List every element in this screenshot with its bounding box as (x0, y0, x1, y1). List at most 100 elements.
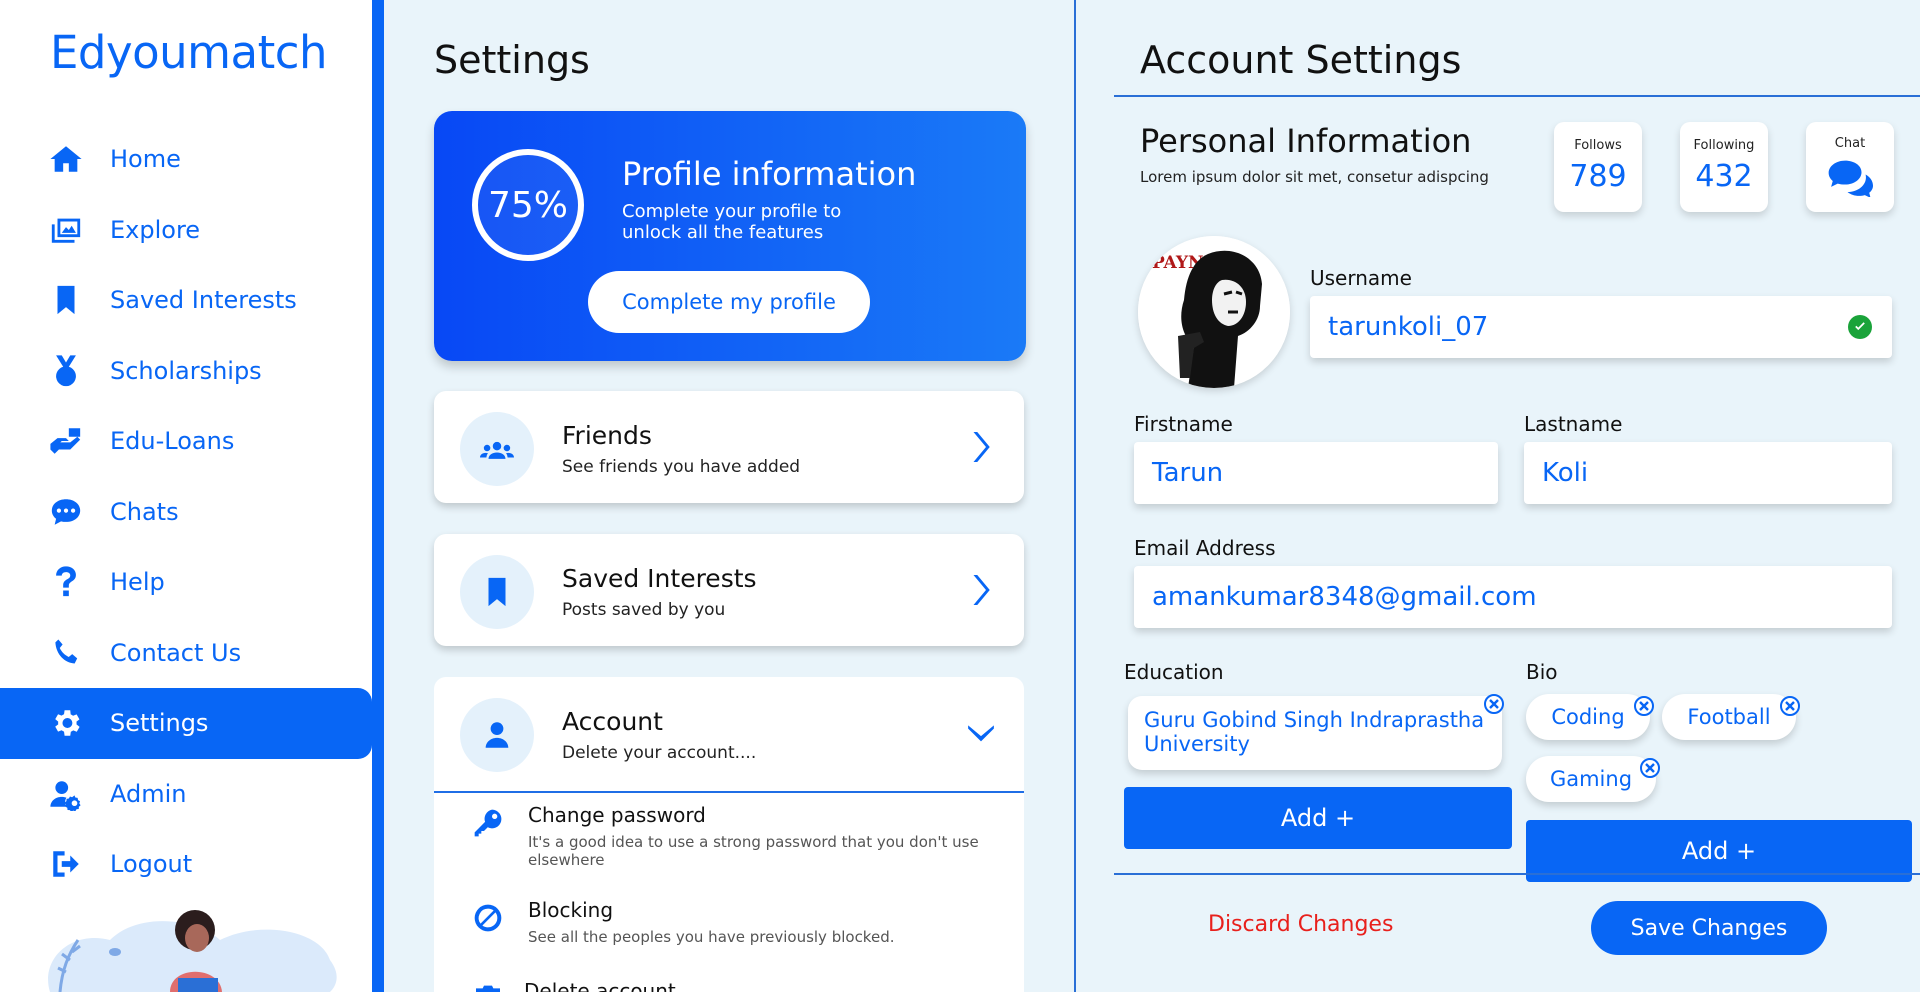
email-field[interactable]: amankumar8348@gmail.com (1134, 566, 1892, 628)
follows-stat[interactable]: Follows 789 (1554, 122, 1642, 212)
firstname-label: Firstname (1134, 412, 1233, 436)
blocking-subtitle: See all the peoples you have previously … (528, 928, 895, 946)
saved-interests-title: Saved Interests (562, 564, 757, 593)
account-icon-circle (460, 698, 534, 772)
email-label: Email Address (1134, 536, 1276, 560)
change-password-subtitle: It's a good idea to use a strong passwor… (528, 833, 979, 869)
personal-info-title: Personal Information (1140, 122, 1472, 160)
account-divider (434, 791, 1024, 793)
sidebar-item-label: Explore (110, 215, 201, 244)
sidebar-item-scholarships[interactable]: Scholarships (0, 336, 372, 407)
gear-icon (48, 705, 84, 741)
following-label: Following (1693, 138, 1755, 153)
saved-icon-circle (460, 555, 534, 629)
saved-interests-subtitle: Posts saved by you (562, 600, 726, 620)
sidebar-item-admin[interactable]: Admin (0, 759, 372, 830)
sidebar-item-explore[interactable]: Explore (0, 195, 372, 266)
sidebar-item-settings[interactable]: Settings (0, 688, 372, 759)
firstname-value: Tarun (1152, 458, 1224, 488)
sidebar-item-edu-loans[interactable]: Edu-Loans (0, 406, 372, 477)
complete-profile-button[interactable]: Complete my profile (588, 271, 870, 333)
discard-changes-button[interactable]: Discard Changes (1208, 912, 1393, 937)
change-password-title: Change password (528, 803, 706, 827)
lastname-label: Lastname (1524, 412, 1623, 436)
sidebar-item-help[interactable]: Help (0, 547, 372, 618)
save-changes-button[interactable]: Save Changes (1591, 901, 1827, 955)
follows-count: 789 (1569, 159, 1627, 194)
bookmark-icon (488, 577, 506, 607)
sidebar-item-label: Edu-Loans (110, 427, 235, 456)
remove-tag-icon[interactable] (1780, 696, 1800, 716)
bio-tag-gaming[interactable]: Gaming (1526, 756, 1660, 802)
bio-tag-label: Coding (1551, 705, 1625, 729)
sidebar-item-label: Help (110, 568, 165, 597)
footer-divider (1114, 873, 1920, 875)
add-education-button[interactable]: Add + (1124, 787, 1512, 849)
sidebar-item-label: Settings (110, 709, 209, 738)
friends-subtitle: See friends you have added (562, 457, 801, 477)
remove-education-icon[interactable] (1484, 694, 1504, 714)
follows-label: Follows (1574, 138, 1622, 153)
sidebar-item-home[interactable]: Home (0, 124, 372, 195)
chevron-down-icon[interactable] (966, 717, 996, 753)
phone-icon (48, 635, 84, 671)
sidebar-item-saved-interests[interactable]: Saved Interests (0, 265, 372, 336)
bio-tag-coding[interactable]: Coding (1526, 694, 1654, 740)
following-count: 432 (1695, 159, 1753, 194)
sidebar-item-label: Saved Interests (110, 286, 297, 315)
firstname-field[interactable]: Tarun (1134, 442, 1498, 504)
delete-account-title: Delete account (524, 979, 676, 992)
bookmark-icon (48, 282, 84, 318)
profile-card-title: Profile information (622, 155, 917, 193)
remove-tag-icon[interactable] (1640, 758, 1660, 778)
lastname-field[interactable]: Koli (1524, 442, 1892, 504)
medal-icon (48, 353, 84, 389)
chevron-right-icon[interactable] (966, 572, 996, 608)
sidebar-item-logout[interactable]: Logout (0, 829, 372, 900)
sidebar-item-chats[interactable]: Chats (0, 477, 372, 548)
account-card: Account Delete your account.... Change p… (434, 677, 1024, 992)
sidebar-item-label: Contact Us (110, 638, 242, 667)
personal-info-subtitle: Lorem ipsum dolor sit met, consetur adis… (1140, 168, 1489, 186)
block-icon (472, 902, 506, 936)
chat-icon (48, 494, 84, 530)
chevron-right-icon[interactable] (966, 429, 996, 465)
account-settings-panel: Account Settings Personal Information Lo… (1076, 0, 1920, 992)
brand-logo[interactable]: Edyoumatch (50, 26, 328, 79)
chat-stat[interactable]: Chat (1806, 122, 1894, 212)
username-value: tarunkoli_07 (1328, 312, 1489, 342)
sidebar-item-label: Chats (110, 497, 179, 526)
images-icon (48, 212, 84, 248)
bio-tag-label: Football (1687, 705, 1771, 729)
username-field[interactable]: tarunkoli_07 (1310, 296, 1892, 358)
education-value: Guru Gobind Singh Indraprastha Universit… (1144, 708, 1485, 756)
page-title: Settings (434, 38, 590, 82)
sidebar-item-contact-us[interactable]: Contact Us (0, 618, 372, 689)
comments-icon (1806, 151, 1894, 201)
hand-money-icon (48, 423, 84, 459)
chat-label: Chat (1834, 136, 1866, 151)
decorative-illustration (48, 910, 337, 992)
remove-tag-icon[interactable] (1634, 696, 1654, 716)
saved-interests-card[interactable]: Saved Interests Posts saved by you (434, 534, 1024, 646)
home-icon (48, 141, 84, 177)
profile-avatar[interactable]: PAYNE (1138, 236, 1290, 388)
profile-progress-ring: 75% (472, 149, 584, 261)
user-cog-icon (48, 776, 84, 812)
account-settings-title: Account Settings (1140, 38, 1462, 82)
bio-tag-label: Gaming (1549, 767, 1633, 791)
sidebar-item-label: Scholarships (110, 356, 262, 385)
following-stat[interactable]: Following 432 (1680, 122, 1768, 212)
account-subtitle: Delete your account.... (562, 743, 757, 763)
sidebar: Edyoumatch Home Explore Saved Interests … (0, 0, 384, 992)
users-icon (480, 441, 514, 459)
education-label: Education (1124, 660, 1224, 684)
verified-check-icon (1848, 315, 1872, 339)
education-chip[interactable]: Guru Gobind Singh Indraprastha Universit… (1128, 694, 1504, 770)
bio-tag-football[interactable]: Football (1662, 694, 1800, 740)
bio-label: Bio (1526, 660, 1558, 684)
settings-panel: Settings 75% Profile information Complet… (384, 0, 1076, 992)
friends-card[interactable]: Friends See friends you have added (434, 391, 1024, 503)
email-value: amankumar8348@gmail.com (1152, 582, 1537, 612)
trash-icon (472, 983, 506, 992)
